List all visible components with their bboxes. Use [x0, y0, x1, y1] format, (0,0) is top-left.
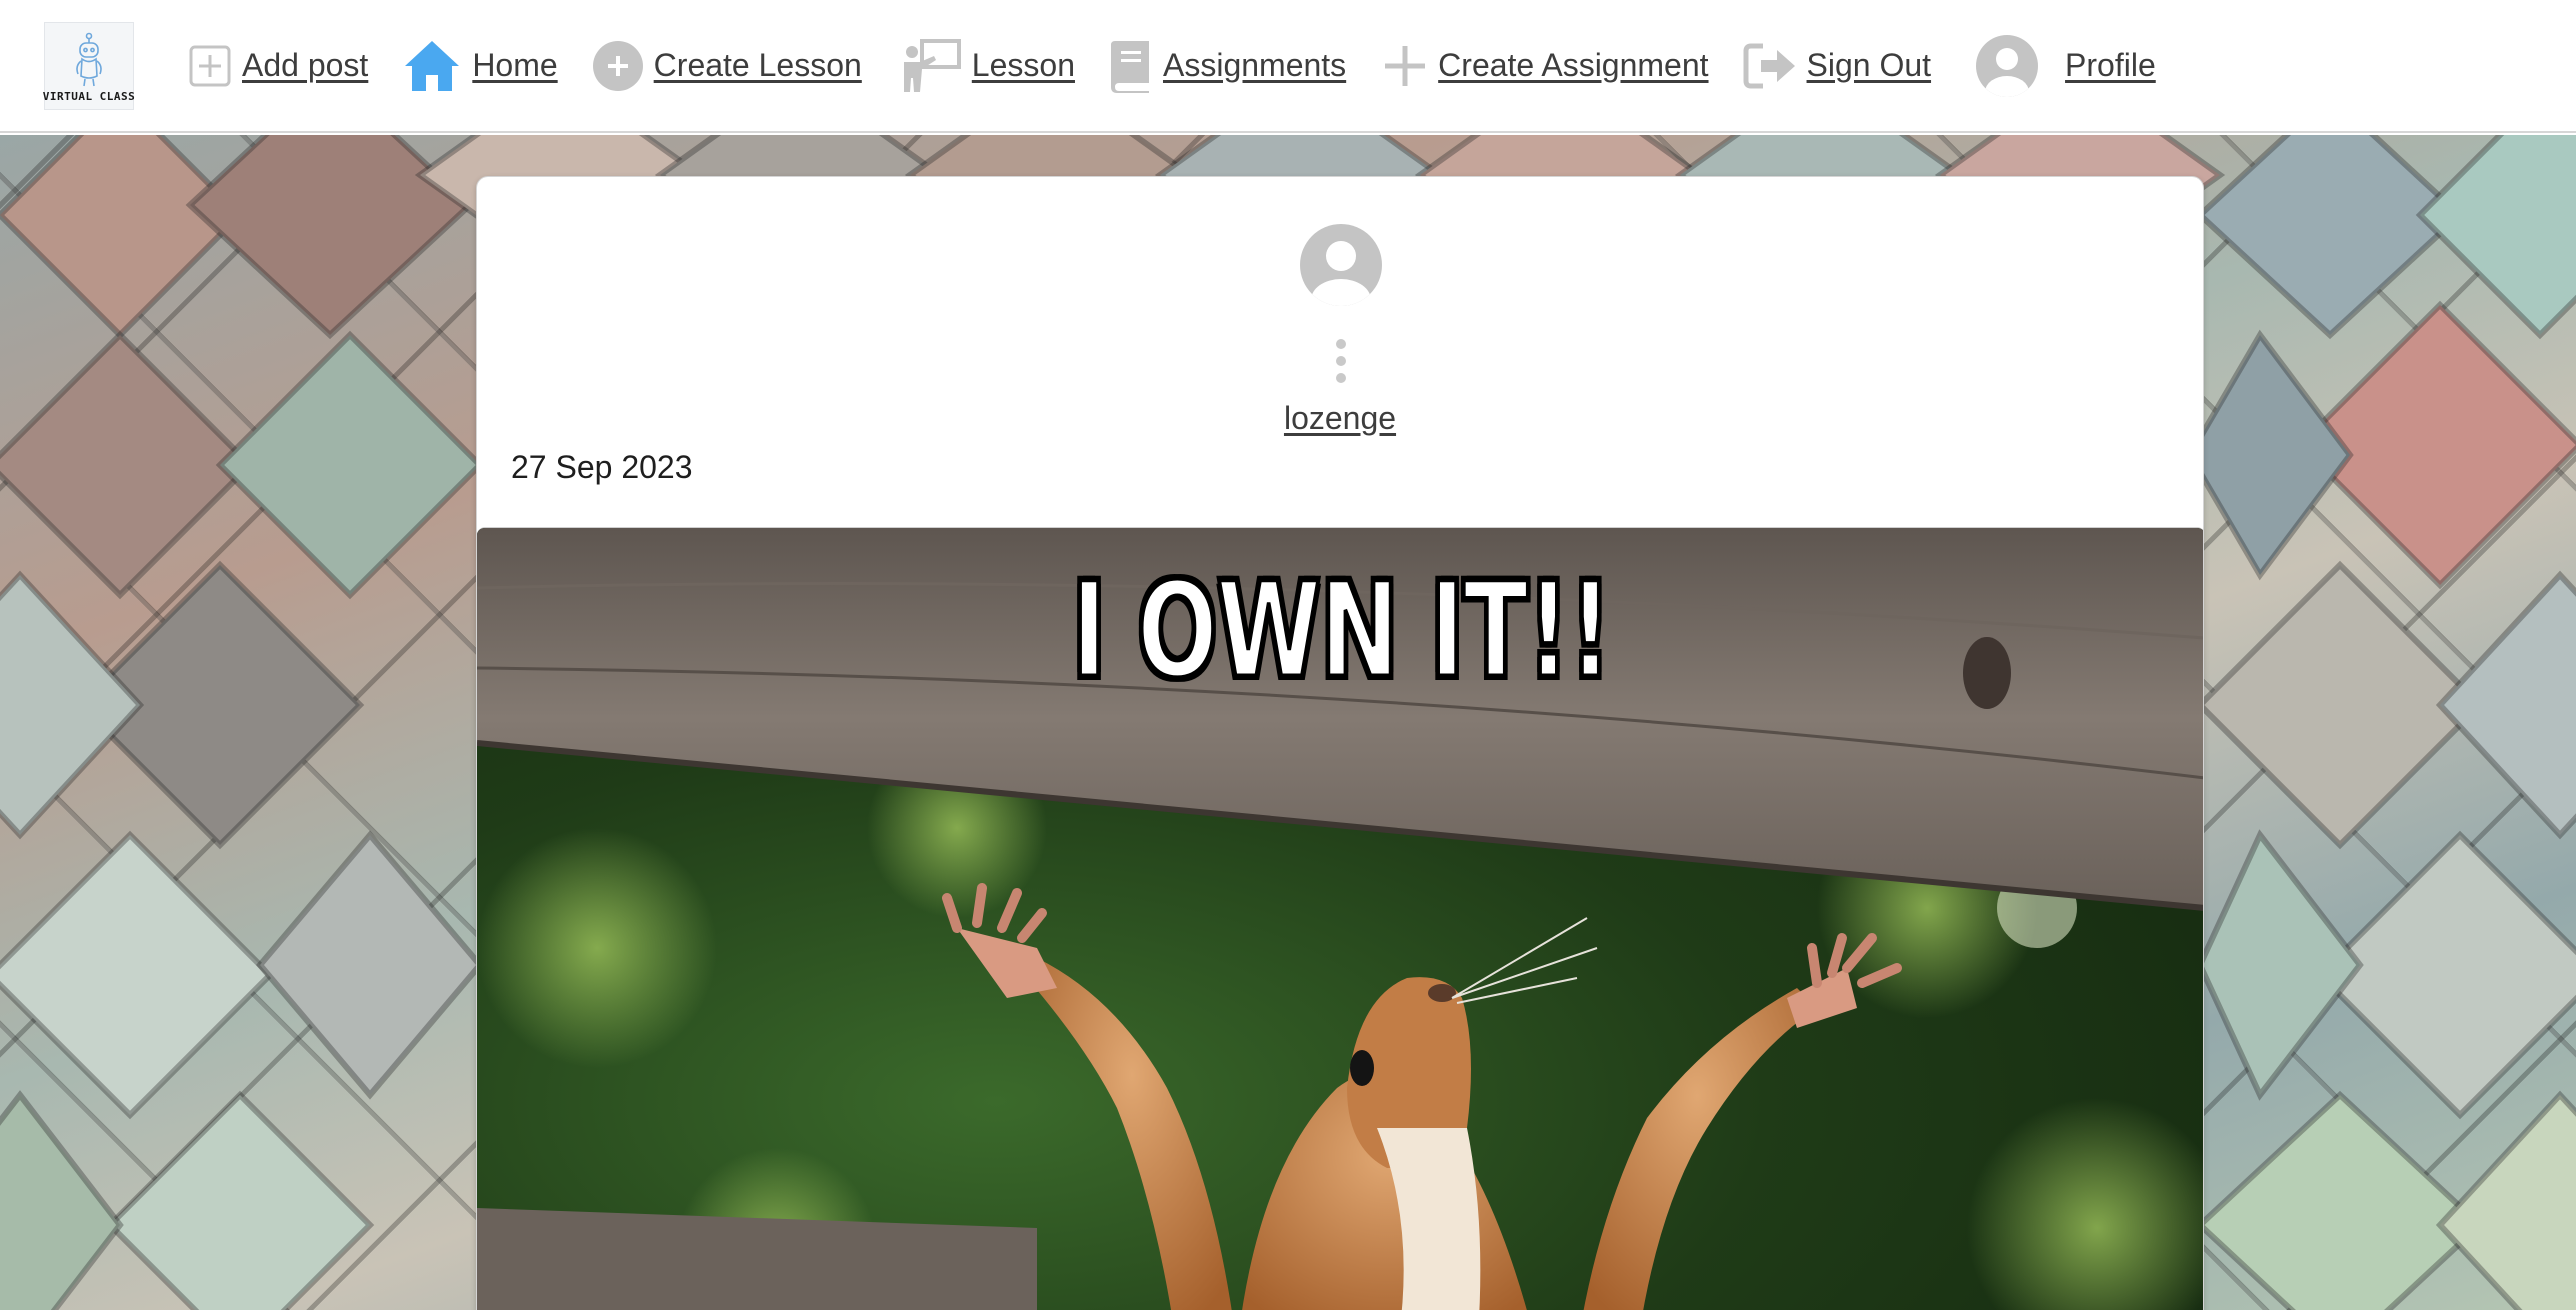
robot-logo-icon [76, 32, 102, 86]
plus-icon [1382, 43, 1428, 89]
post-author-link[interactable]: lozenge [477, 400, 2203, 437]
book-icon [1109, 39, 1153, 93]
nav-assignments-label: Assignments [1162, 47, 1347, 83]
nav-create-assignment[interactable]: Create Assignment [1382, 43, 1709, 89]
nav-sign-out-label: Sign Out [1806, 47, 1932, 83]
virtual-class-logo[interactable]: VIRTUAL CLASS [42, 21, 136, 110]
nav-create-lesson-label: Create Lesson [653, 47, 862, 83]
logo-text: VIRTUAL CLASS [42, 89, 136, 103]
nav-create-assignment-label: Create Assignment [1438, 47, 1709, 83]
nav-sign-out[interactable]: Sign Out [1743, 42, 1932, 90]
nav-profile-label: Profile [2065, 47, 2156, 83]
nav-add-post[interactable]: Add post [188, 44, 368, 88]
nav-home-label: Home [472, 47, 558, 83]
user-avatar-icon [1300, 224, 1382, 306]
teacher-board-icon [900, 38, 962, 94]
post-card: lozenge 27 Sep 2023 I OWN IT!! [476, 176, 2204, 1310]
post-date: 27 Sep 2023 [511, 449, 693, 485]
plus-circle-icon [592, 40, 644, 92]
nav-profile[interactable]: Profile [1975, 34, 2156, 98]
post-image: I OWN IT!! [477, 527, 2203, 1310]
sign-out-icon [1743, 42, 1797, 90]
nav-add-post-label: Add post [242, 47, 369, 83]
plus-square-icon [188, 44, 232, 88]
meme-caption: I OWN IT!! [1070, 552, 1614, 711]
user-avatar-icon [1975, 34, 2039, 98]
more-options-icon[interactable] [1333, 337, 1349, 387]
nav-lesson[interactable]: Lesson [900, 38, 1075, 94]
nav-home[interactable]: Home [402, 38, 558, 94]
top-navbar: VIRTUAL CLASS Add post Home Create Lesso… [0, 0, 2576, 133]
home-icon [402, 38, 462, 94]
nav-create-lesson[interactable]: Create Lesson [592, 40, 862, 92]
post-author-avatar[interactable] [1299, 223, 1383, 307]
nav-assignments[interactable]: Assignments [1109, 39, 1346, 93]
nav-lesson-label: Lesson [971, 47, 1075, 83]
